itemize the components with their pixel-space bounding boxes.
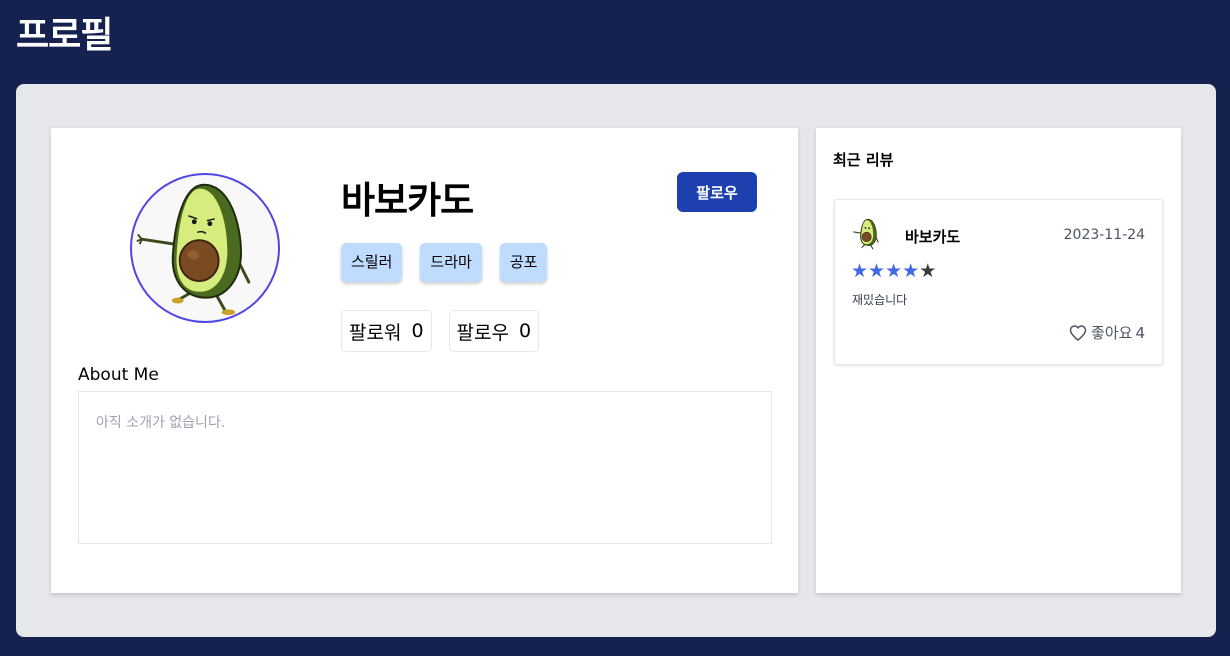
review-rating: ★ ★ ★ ★ ★ bbox=[851, 261, 936, 281]
page-title: 프로필 bbox=[16, 15, 113, 56]
following-stat[interactable]: 팔로우 0 bbox=[448, 310, 540, 352]
star-icon: ★ bbox=[851, 260, 869, 282]
follow-button[interactable]: 팔로우 bbox=[677, 172, 757, 212]
about-me-text: 아직 소개가 없습니다. bbox=[96, 415, 226, 431]
like-label: 좋아요 bbox=[1091, 324, 1133, 342]
recent-reviews-card: 최근 리뷰 바보카도 2023-11-24 ★ ★ ★ ★ ★ 재밌습니다 좋아… bbox=[816, 128, 1181, 593]
followers-stat[interactable]: 팔로워 0 bbox=[341, 310, 432, 352]
review-avatar bbox=[851, 217, 885, 251]
genre-tag-horror[interactable]: 공포 bbox=[499, 243, 548, 282]
review-date: 2023-11-24 bbox=[1063, 227, 1145, 243]
avocado-character-icon bbox=[136, 183, 251, 316]
genre-tags: 스릴러 드라마 공포 bbox=[341, 243, 548, 282]
genre-tag-thriller[interactable]: 스릴러 bbox=[341, 243, 403, 282]
following-label: 팔로우 bbox=[456, 321, 509, 344]
content-panel: 바보카도 팔로우 스릴러 드라마 공포 팔로워 0 팔로우 0 About Me… bbox=[16, 84, 1216, 637]
avocado-character-icon bbox=[853, 218, 879, 250]
genre-tag-drama[interactable]: 드라마 bbox=[420, 243, 482, 282]
recent-reviews-title: 최근 리뷰 bbox=[833, 151, 894, 169]
followers-count: 0 bbox=[411, 320, 424, 342]
review-item[interactable]: 바보카도 2023-11-24 ★ ★ ★ ★ ★ 재밌습니다 좋아요 4 bbox=[834, 199, 1163, 365]
star-icon: ★ bbox=[902, 260, 920, 282]
profile-card: 바보카도 팔로우 스릴러 드라마 공포 팔로워 0 팔로우 0 About Me… bbox=[51, 128, 798, 593]
about-me-label: About Me bbox=[78, 365, 159, 385]
about-me-box: 아직 소개가 없습니다. bbox=[78, 391, 772, 544]
review-author[interactable]: 바보카도 bbox=[905, 226, 960, 247]
following-count: 0 bbox=[519, 320, 532, 342]
profile-stats: 팔로워 0 팔로우 0 bbox=[341, 310, 540, 352]
star-icon: ★ bbox=[885, 260, 903, 282]
like-count: 4 bbox=[1135, 323, 1145, 342]
like-button[interactable]: 좋아요 4 bbox=[1068, 322, 1145, 343]
followers-label: 팔로워 bbox=[349, 321, 402, 344]
heart-icon bbox=[1069, 324, 1087, 341]
profile-username: 바보카도 bbox=[341, 179, 474, 222]
star-icon: ★ bbox=[868, 260, 886, 282]
star-icon: ★ bbox=[919, 260, 937, 282]
profile-avatar bbox=[130, 173, 280, 323]
review-text: 재밌습니다 bbox=[852, 293, 908, 307]
